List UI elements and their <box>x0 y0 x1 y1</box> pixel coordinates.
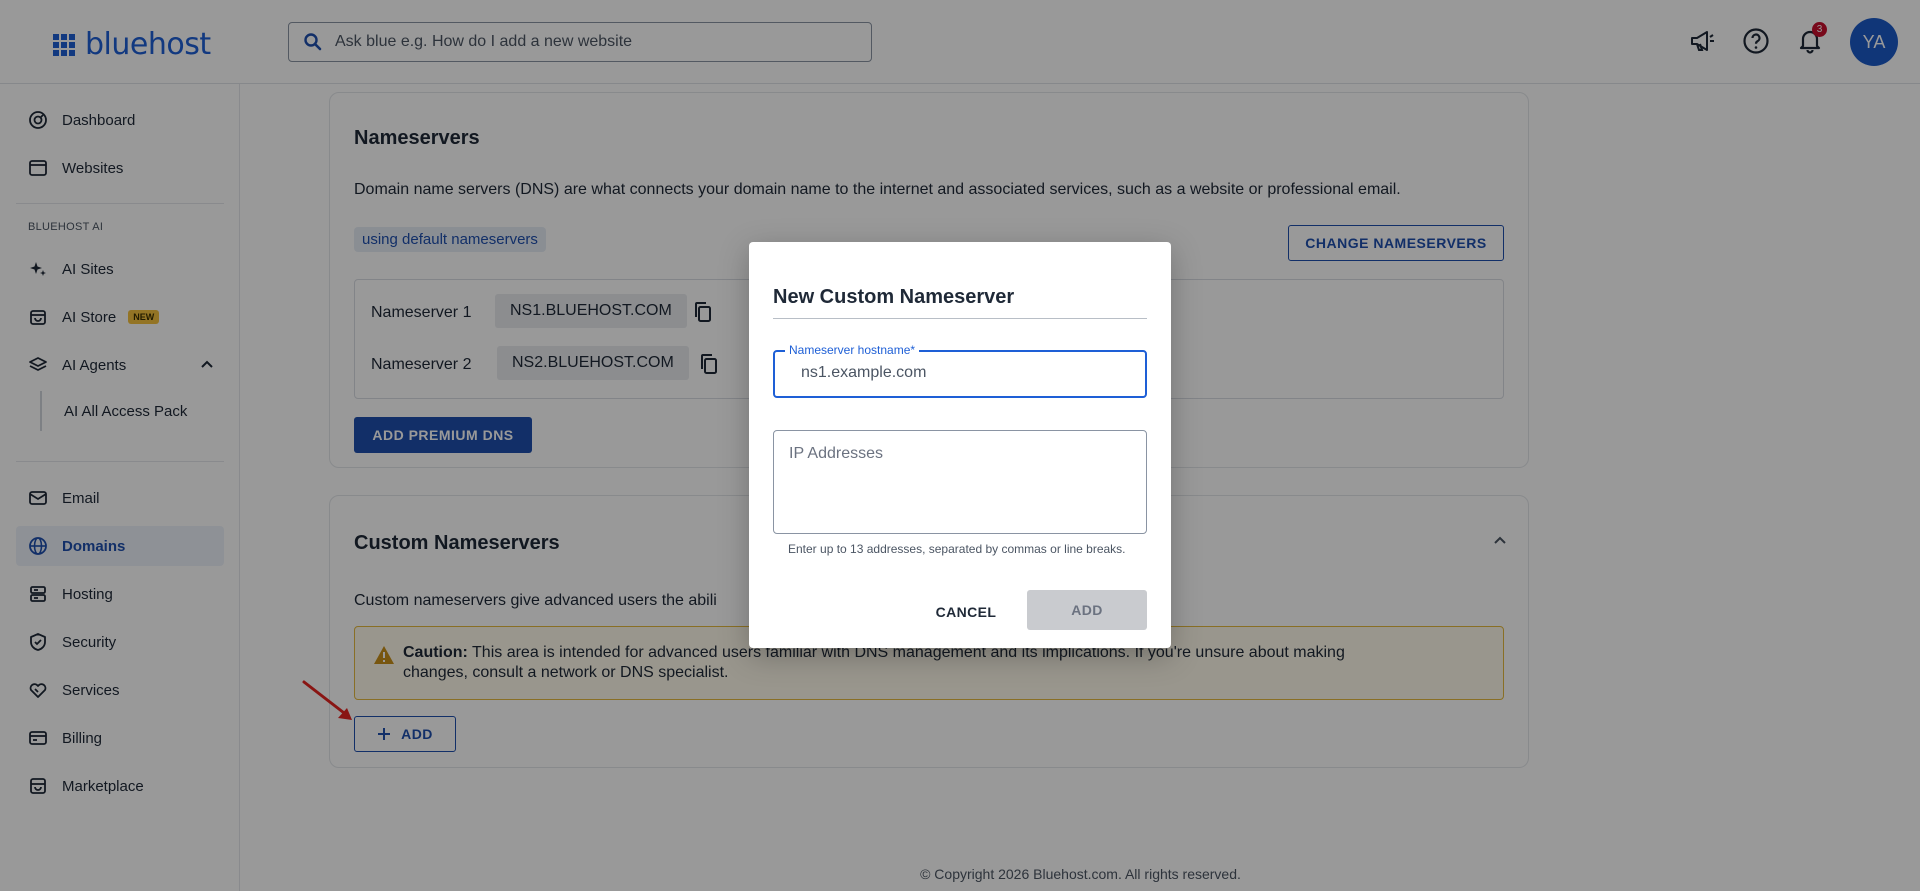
dialog-title: New Custom Nameserver <box>773 286 1015 308</box>
ip-addresses-textarea[interactable] <box>789 445 1129 521</box>
cancel-button[interactable]: CANCEL <box>921 592 1011 632</box>
nameserver-hostname-input[interactable] <box>801 364 1121 382</box>
ip-addresses-field[interactable] <box>773 430 1147 534</box>
nameserver-hostname-field[interactable]: Nameserver hostname* <box>773 343 1147 398</box>
nameserver-hostname-label: Nameserver hostname* <box>785 343 920 357</box>
dialog-title-divider <box>773 318 1147 319</box>
add-button-disabled[interactable]: ADD <box>1027 590 1147 630</box>
ip-addresses-helper-text: Enter up to 13 addresses, separated by c… <box>788 542 1126 556</box>
new-custom-nameserver-dialog: New Custom Nameserver Nameserver hostnam… <box>749 242 1171 648</box>
